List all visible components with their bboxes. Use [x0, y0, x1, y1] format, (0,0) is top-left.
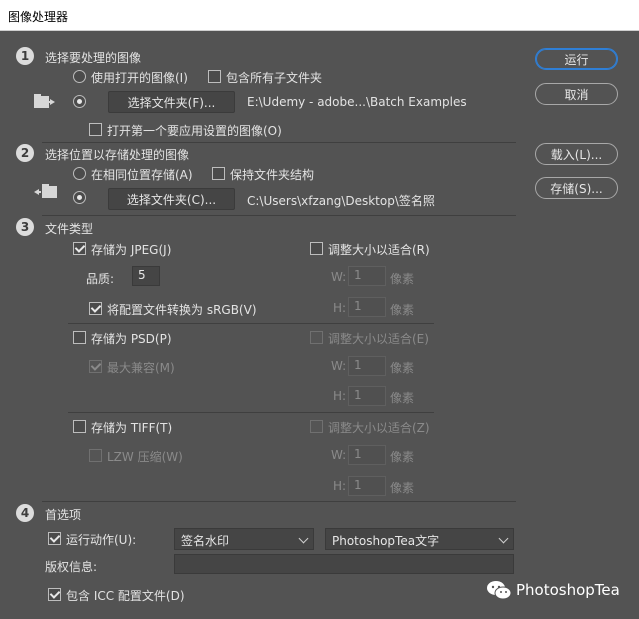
- psd-width-unit: 像素: [390, 361, 415, 375]
- jpeg-height-label: H:: [333, 301, 347, 315]
- source-folder-icon: [34, 94, 55, 108]
- load-button[interactable]: 载入(L)...: [535, 143, 618, 165]
- tiff-height-unit: 像素: [390, 481, 415, 495]
- tiff-height-label: H:: [333, 479, 347, 493]
- section-divider: [42, 501, 516, 502]
- lzw-checkbox[interactable]: [89, 449, 102, 462]
- psd-resize-checkbox[interactable]: [310, 331, 323, 344]
- save-jpeg-label[interactable]: 存储为 JPEG(J): [91, 241, 171, 258]
- psd-resize-label[interactable]: 调整大小以适合(E): [328, 330, 429, 347]
- tiff-width-input[interactable]: 1: [348, 445, 386, 465]
- include-subfolders-label[interactable]: 包含所有子文件夹: [226, 69, 322, 86]
- section-1-number: 1: [16, 47, 34, 65]
- keep-structure-label[interactable]: 保持文件夹结构: [230, 166, 314, 183]
- same-location-radio[interactable]: [73, 167, 86, 180]
- action-select-value: 签名水印: [181, 534, 230, 548]
- destination-folder-path: C:\Users\xfzang\Desktop\签名照: [247, 194, 435, 208]
- cancel-button[interactable]: 取消: [535, 83, 618, 105]
- section-3-number: 3: [16, 218, 34, 236]
- max-compat-checkbox[interactable]: [89, 360, 102, 373]
- tiff-resize-checkbox[interactable]: [310, 420, 323, 433]
- tiff-resize-label[interactable]: 调整大小以适合(Z): [328, 419, 430, 436]
- image-processor-dialog: 1 选择要处理的图像 使用打开的图像(I) 包含所有子文件夹 选择文件夹(F).…: [0, 31, 639, 619]
- save-psd-checkbox[interactable]: [73, 331, 86, 344]
- convert-srgb-checkbox[interactable]: [89, 302, 102, 315]
- section-3-title: 文件类型: [45, 222, 94, 236]
- chevron-down-icon: [298, 533, 309, 544]
- include-icc-checkbox[interactable]: [48, 588, 61, 601]
- choose-destination-folder-radio[interactable]: [73, 191, 86, 204]
- section-4-number: 4: [16, 504, 34, 522]
- run-button[interactable]: 运行: [535, 48, 618, 70]
- action-set-select-value: PhotoshopTea文字: [332, 534, 440, 548]
- choose-source-folder-button[interactable]: 选择文件夹(F)...: [108, 91, 235, 113]
- jpeg-quality-label: 品质:: [86, 272, 115, 286]
- psd-height-input[interactable]: 1: [348, 386, 386, 406]
- open-first-image-checkbox[interactable]: [89, 123, 102, 136]
- psd-width-input[interactable]: 1: [348, 356, 386, 376]
- max-compat-label[interactable]: 最大兼容(M): [107, 359, 175, 376]
- psd-width-label: W:: [331, 359, 347, 373]
- jpeg-width-input[interactable]: 1: [348, 266, 386, 286]
- tiff-width-unit: 像素: [390, 450, 415, 464]
- include-subfolders-checkbox[interactable]: [208, 70, 221, 83]
- save-jpeg-checkbox[interactable]: [73, 242, 86, 255]
- filetype-divider: [68, 412, 434, 413]
- jpeg-quality-input[interactable]: 5: [132, 266, 160, 286]
- same-location-label[interactable]: 在相同位置存储(A): [91, 166, 193, 183]
- choose-destination-folder-button[interactable]: 选择文件夹(C)...: [108, 188, 235, 210]
- open-first-image-label[interactable]: 打开第一个要应用设置的图像(O): [107, 122, 282, 139]
- window-titlebar: 图像处理器: [0, 0, 639, 31]
- keep-structure-checkbox[interactable]: [212, 167, 225, 180]
- jpeg-resize-checkbox[interactable]: [310, 242, 323, 255]
- save-psd-label[interactable]: 存储为 PSD(P): [91, 330, 172, 347]
- tiff-width-label: W:: [331, 448, 347, 462]
- save-tiff-label[interactable]: 存储为 TIFF(T): [91, 419, 172, 436]
- include-icc-label[interactable]: 包含 ICC 配置文件(D): [66, 587, 185, 604]
- filetype-divider: [68, 323, 434, 324]
- destination-folder-icon: [34, 184, 57, 198]
- section-2-title: 选择位置以存储处理的图像: [45, 148, 190, 162]
- jpeg-resize-label[interactable]: 调整大小以适合(R): [328, 241, 430, 258]
- run-action-checkbox[interactable]: [48, 532, 61, 545]
- jpeg-width-label: W:: [331, 270, 347, 284]
- psd-height-unit: 像素: [390, 391, 415, 405]
- use-open-images-label[interactable]: 使用打开的图像(I): [91, 69, 188, 86]
- tiff-height-input[interactable]: 1: [348, 476, 386, 496]
- copyright-input[interactable]: [174, 554, 514, 574]
- window-title: 图像处理器: [8, 10, 69, 24]
- source-folder-path: E:\Udemy - adobe...\Batch Examples: [247, 95, 467, 109]
- section-2-number: 2: [16, 144, 34, 162]
- action-select[interactable]: 签名水印: [174, 528, 314, 550]
- use-open-images-radio[interactable]: [73, 70, 86, 83]
- chevron-down-icon: [498, 533, 509, 544]
- wechat-icon: [487, 581, 512, 600]
- lzw-label[interactable]: LZW 压缩(W): [107, 448, 183, 465]
- section-4-title: 首选项: [45, 508, 82, 522]
- section-1-title: 选择要处理的图像: [45, 51, 142, 65]
- save-tiff-checkbox[interactable]: [73, 420, 86, 433]
- jpeg-height-unit: 像素: [390, 303, 415, 317]
- copyright-label: 版权信息:: [45, 560, 98, 574]
- section-divider: [42, 142, 516, 143]
- psd-height-label: H:: [333, 389, 347, 403]
- convert-srgb-label[interactable]: 将配置文件转换为 sRGB(V): [107, 301, 257, 318]
- run-action-label[interactable]: 运行动作(U):: [66, 531, 136, 548]
- jpeg-height-input[interactable]: 1: [348, 297, 386, 317]
- section-divider: [42, 215, 516, 216]
- watermark-text: PhotoshopTea: [516, 581, 620, 599]
- save-settings-button[interactable]: 存储(S)...: [535, 177, 618, 199]
- action-set-select[interactable]: PhotoshopTea文字: [325, 528, 514, 550]
- choose-source-folder-radio[interactable]: [73, 95, 86, 108]
- jpeg-width-unit: 像素: [390, 272, 415, 286]
